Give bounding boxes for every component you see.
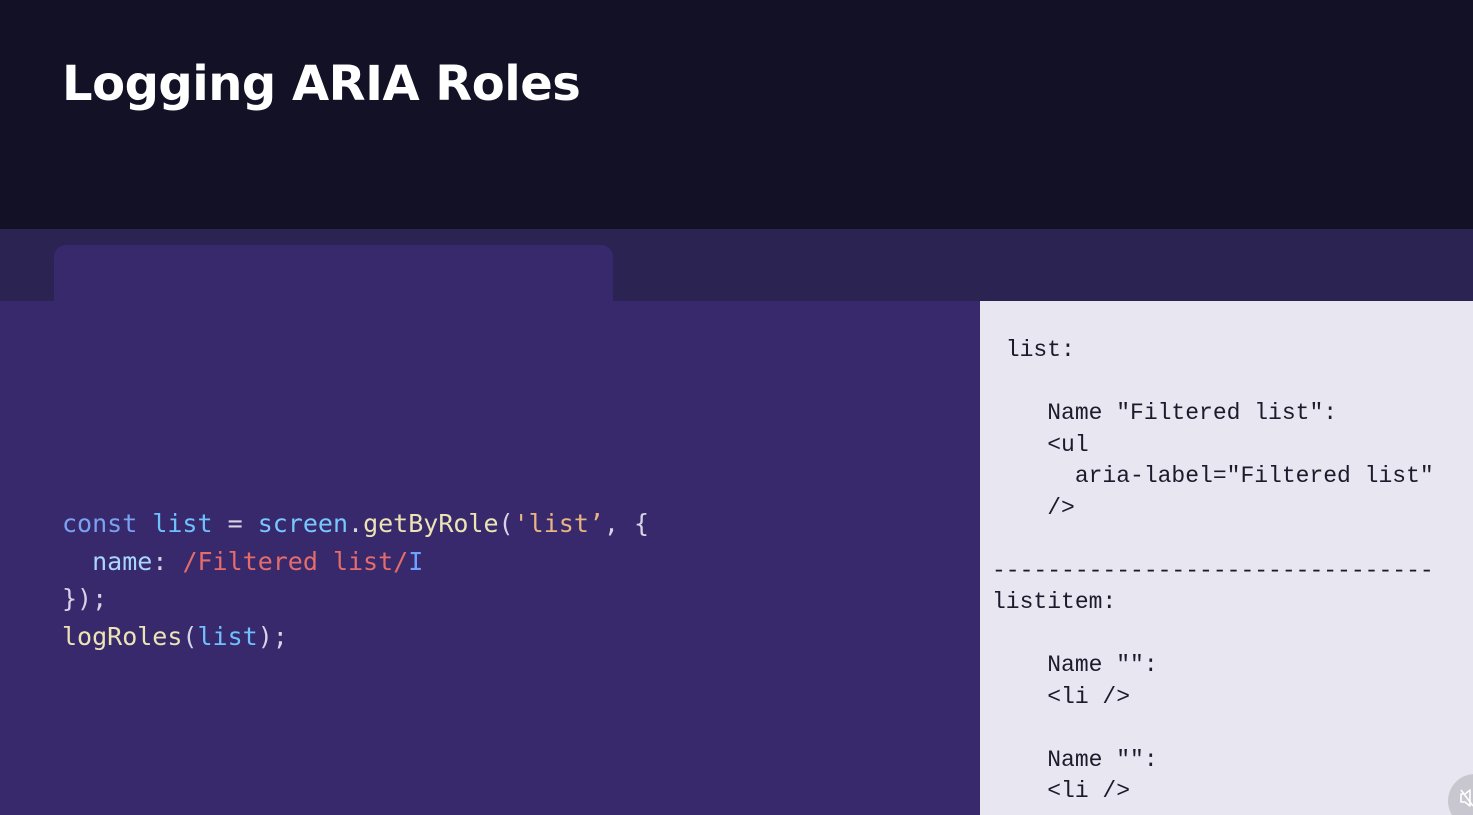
editor-tab xyxy=(54,245,613,305)
slide-header: Logging ARIA Roles xyxy=(0,0,1473,229)
output-line: <li /> xyxy=(992,778,1131,804)
member-dot: . xyxy=(348,509,364,538)
code-line-4: logRoles(list); xyxy=(62,622,288,651)
output-line: <li /> xyxy=(992,683,1131,710)
code-line-1: const list = screen.getByRole('list’, { xyxy=(62,509,649,538)
output-line: list: xyxy=(992,337,1075,363)
code-line-3: }); xyxy=(62,584,108,613)
property-name: name xyxy=(92,546,153,576)
output-line: listitem: xyxy=(992,589,1117,615)
output-line: <ul xyxy=(992,431,1089,458)
slide: Logging ARIA Roles const list = screen.g… xyxy=(0,0,1473,815)
regex-filtered-list: /Filtered list/ xyxy=(182,546,409,576)
line-1-tail: , { xyxy=(603,509,650,538)
code-block: const list = screen.getByRole('list’, { … xyxy=(62,505,649,655)
output-separator: -------------------------------- xyxy=(992,557,1434,584)
keyword-const: const xyxy=(62,509,138,538)
slide-title: Logging ARIA Roles xyxy=(62,56,581,112)
variable-list: list xyxy=(197,621,258,651)
assign-operator: = xyxy=(212,509,258,538)
object-screen: screen xyxy=(257,509,349,538)
code-line-2: name: /Filtered list/I xyxy=(62,547,423,576)
regex-flag: I xyxy=(408,546,424,576)
property-colon: : xyxy=(152,546,183,576)
function-getbyrole: getByRole xyxy=(363,509,499,538)
console-output: list: Name "Filtered list": <ul aria-lab… xyxy=(992,335,1434,808)
output-line: Name "": xyxy=(992,746,1158,773)
output-line: Name "": xyxy=(992,652,1158,678)
console-output-panel: list: Name "Filtered list": <ul aria-lab… xyxy=(980,301,1473,815)
speaker-muted-icon xyxy=(1460,789,1473,807)
output-line: /> xyxy=(992,494,1075,521)
function-logroles: logRoles xyxy=(62,621,183,651)
variable-list: list xyxy=(152,509,213,538)
output-line: Name "Filtered list": xyxy=(992,400,1338,426)
paren-open: ( xyxy=(498,509,514,538)
output-line: aria-label="Filtered list" xyxy=(992,463,1434,489)
string-list: 'list’ xyxy=(513,509,604,538)
line-4-tail: ); xyxy=(257,621,288,651)
paren-open: ( xyxy=(182,621,198,651)
